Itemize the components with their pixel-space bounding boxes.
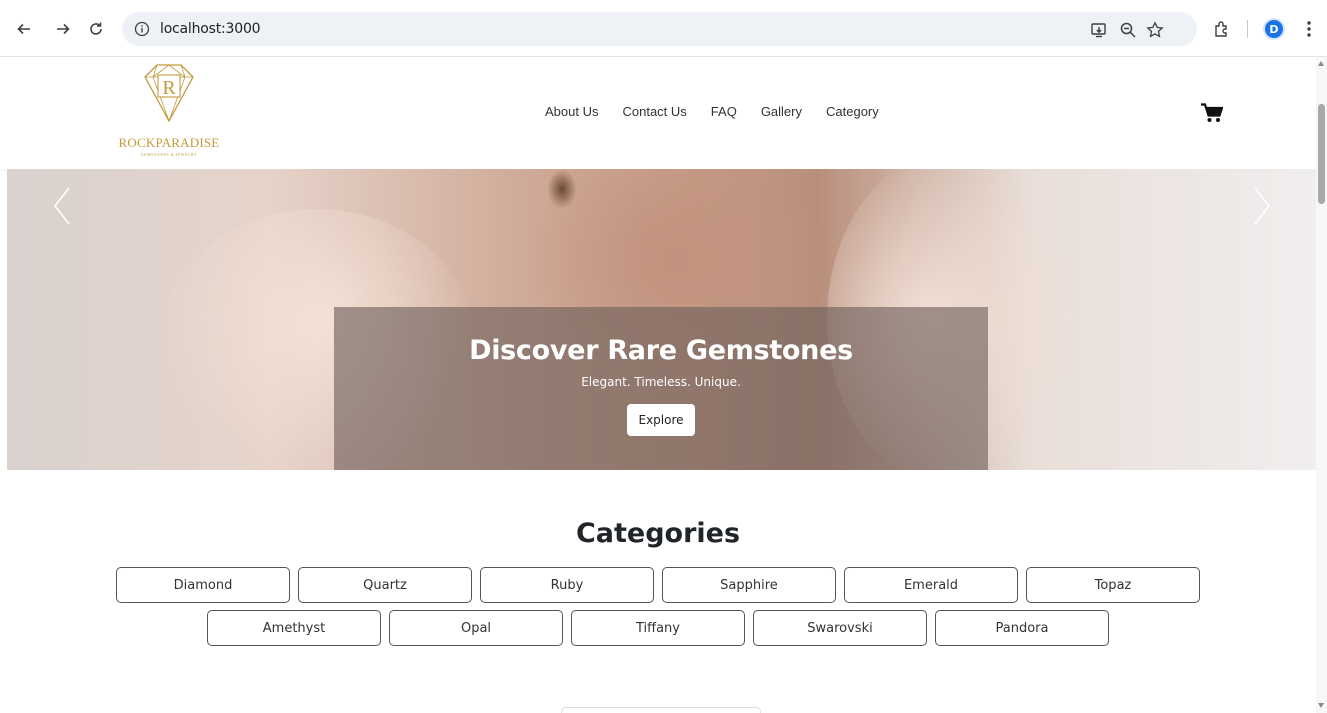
hero-carousel: Discover Rare Gemstones Elegant. Timeles… — [7, 169, 1316, 470]
carousel-prev-icon[interactable] — [47, 184, 77, 228]
install-icon[interactable] — [1090, 21, 1108, 39]
brand-tagline: GEMSTONES & JEWELRY — [140, 152, 198, 157]
scroll-down-icon[interactable] — [1318, 703, 1324, 708]
menu-dots-icon[interactable] — [1297, 17, 1321, 41]
scrollbar-thumb[interactable] — [1318, 104, 1325, 204]
categories-heading: Categories — [575, 518, 741, 549]
category-diamond-button[interactable]: Diamond — [116, 567, 290, 603]
categories-row-2: Amethyst Opal Tiffany Swarovski Pandora — [0, 610, 1316, 646]
svg-text:R: R — [162, 77, 176, 99]
zoom-icon[interactable] — [1119, 21, 1137, 39]
nav-about-us[interactable]: About Us — [545, 104, 598, 119]
category-tiffany-button[interactable]: Tiffany — [571, 610, 745, 646]
category-pandora-button[interactable]: Pandora — [935, 610, 1109, 646]
site-header: R ROCKPARADISE GEMSTONES & JEWELRY About… — [0, 57, 1316, 169]
category-ruby-button[interactable]: Ruby — [480, 567, 654, 603]
toolbar-divider — [1247, 20, 1248, 38]
hero-image-ring — [547, 169, 577, 209]
carousel-next-icon[interactable] — [1247, 184, 1277, 228]
nav-faq[interactable]: FAQ — [711, 104, 737, 119]
category-quartz-button[interactable]: Quartz — [298, 567, 472, 603]
hero-subtitle: Elegant. Timeless. Unique. — [581, 375, 741, 389]
category-amethyst-button[interactable]: Amethyst — [207, 610, 381, 646]
bookmark-star-icon[interactable] — [1146, 21, 1164, 39]
profile-avatar[interactable]: D — [1263, 18, 1285, 40]
category-sapphire-button[interactable]: Sapphire — [662, 567, 836, 603]
reload-icon[interactable] — [84, 17, 108, 41]
address-bar[interactable]: localhost:3000 — [122, 12, 1197, 46]
explore-button[interactable]: Explore — [627, 404, 695, 436]
category-topaz-button[interactable]: Topaz — [1026, 567, 1200, 603]
extensions-icon[interactable] — [1210, 17, 1234, 41]
nav-gallery[interactable]: Gallery — [761, 104, 802, 119]
scroll-up-icon[interactable] — [1318, 61, 1324, 66]
main-nav: About Us Contact Us FAQ Gallery Category — [545, 104, 879, 119]
site-info-icon[interactable] — [134, 21, 150, 37]
browser-toolbar: localhost:3000 D — [0, 0, 1327, 57]
page-scrollbar[interactable] — [1316, 57, 1327, 713]
cart-icon[interactable] — [1201, 103, 1223, 123]
category-opal-button[interactable]: Opal — [389, 610, 563, 646]
categories-row-1: Diamond Quartz Ruby Sapphire Emerald Top… — [0, 567, 1316, 603]
forward-icon[interactable] — [51, 17, 75, 41]
url-text[interactable]: localhost:3000 — [160, 21, 261, 37]
brand-name: ROCKPARADISE — [118, 135, 220, 150]
hero-title: Discover Rare Gemstones — [469, 335, 853, 366]
back-icon[interactable] — [12, 17, 36, 41]
hero-caption: Discover Rare Gemstones Elegant. Timeles… — [334, 307, 988, 470]
next-section-card — [561, 707, 761, 713]
category-swarovski-button[interactable]: Swarovski — [753, 610, 927, 646]
gem-logo-icon: R — [144, 64, 194, 123]
nav-contact-us[interactable]: Contact Us — [622, 104, 686, 119]
site-logo[interactable]: R ROCKPARADISE GEMSTONES & JEWELRY — [113, 63, 225, 163]
nav-category[interactable]: Category — [826, 104, 879, 119]
category-emerald-button[interactable]: Emerald — [844, 567, 1018, 603]
